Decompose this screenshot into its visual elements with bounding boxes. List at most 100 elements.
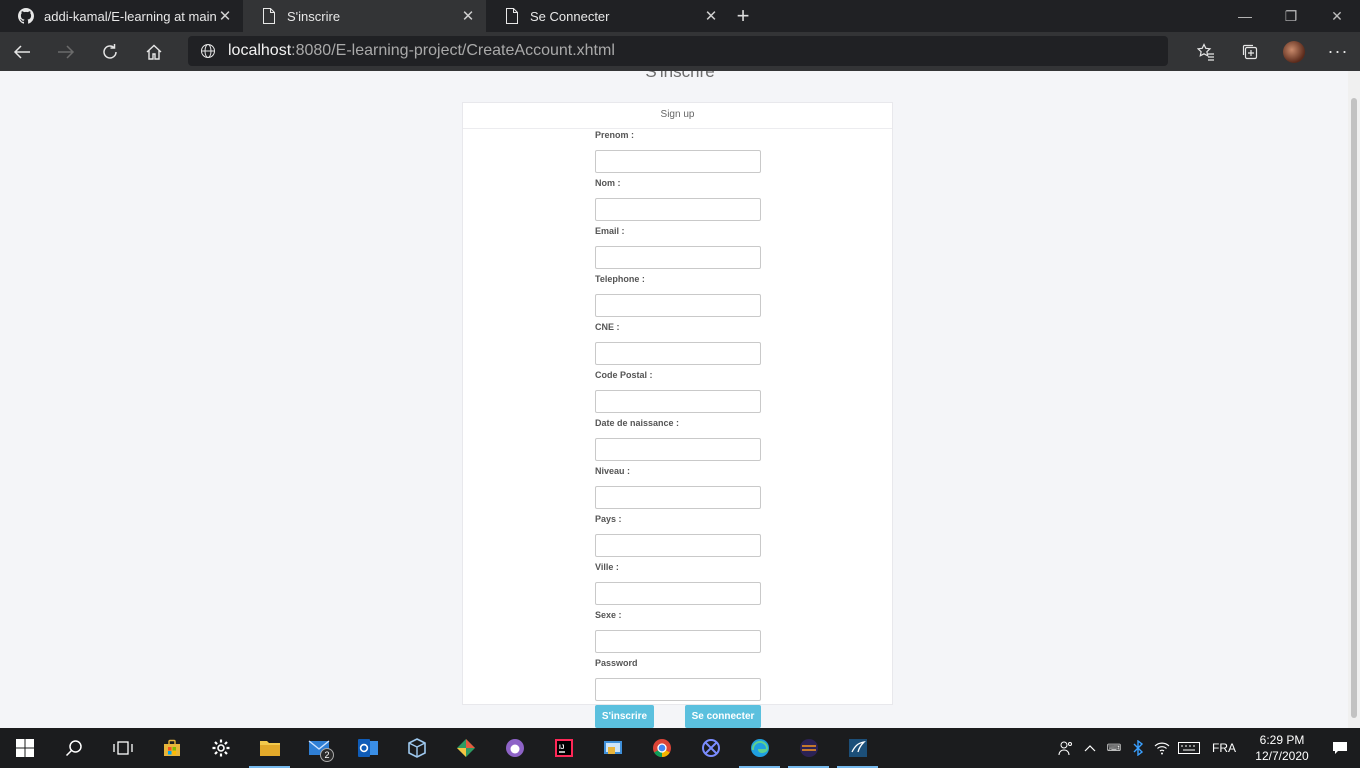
forward-arrow-icon[interactable] — [44, 32, 88, 71]
new-tab-plus-icon[interactable]: + — [729, 0, 757, 32]
notifications-icon[interactable] — [1320, 728, 1360, 768]
telephone-input[interactable] — [595, 294, 761, 317]
sexe-field: Sexe : — [595, 609, 761, 653]
field-label: Nom : — [595, 178, 621, 188]
page-title: S'inscrire — [645, 71, 715, 81]
edge-icon[interactable] — [735, 728, 784, 768]
niveau-input[interactable] — [595, 486, 761, 509]
prenom-field: Prenom : — [595, 129, 761, 173]
sexe-input[interactable] — [595, 630, 761, 653]
search-icon[interactable] — [49, 728, 98, 768]
home-icon[interactable] — [132, 32, 176, 71]
profile-avatar[interactable] — [1272, 32, 1316, 71]
mail-badge: 2 — [320, 748, 334, 762]
github-icon — [18, 8, 34, 24]
collections-icon[interactable] — [1228, 32, 1272, 71]
code-postal-field: Code Postal : — [595, 369, 761, 413]
pays-input[interactable] — [595, 534, 761, 557]
tab-bar: addi-kamal/E-learning at main ✕ S'inscri… — [0, 0, 1360, 32]
favorites-icon[interactable] — [1184, 32, 1228, 71]
git-tool-icon[interactable] — [441, 728, 490, 768]
window-close-icon[interactable]: ✕ — [1314, 0, 1360, 32]
field-label: CNE : — [595, 322, 620, 332]
tab-title: S'inscrire — [287, 8, 341, 24]
sinscrire-button[interactable]: S'inscrire — [595, 705, 654, 728]
field-label: Ville : — [595, 562, 619, 572]
minimize-icon[interactable]: — — [1222, 0, 1268, 32]
browser-actions: ··· — [1184, 32, 1360, 71]
telephone-field: Telephone : — [595, 273, 761, 317]
clock-time: 6:29 PM — [1259, 733, 1305, 747]
field-label: Email : — [595, 226, 625, 236]
github-desktop-icon[interactable] — [490, 728, 539, 768]
scrollbar-thumb[interactable] — [1351, 98, 1357, 718]
password-field: Password — [595, 657, 761, 701]
signup-card: Sign up Prenom : Nom : Email : Telephone… — [462, 102, 893, 705]
url-host: localhost — [228, 42, 292, 59]
task-view-icon[interactable] — [98, 728, 147, 768]
email-field: Email : — [595, 225, 761, 269]
field-label: Sexe : — [595, 610, 622, 620]
clock-date: 12/7/2020 — [1255, 749, 1309, 763]
outlook-icon[interactable] — [343, 728, 392, 768]
code-postal-input[interactable] — [595, 390, 761, 413]
tab-se-connecter[interactable]: Se Connecter ✕ — [486, 0, 729, 32]
people-icon[interactable] — [1054, 728, 1078, 768]
field-label: Telephone : — [595, 274, 645, 284]
back-arrow-icon[interactable] — [0, 32, 44, 71]
tray-chevron-up-icon[interactable] — [1078, 728, 1102, 768]
intellij-icon[interactable]: IJ — [539, 728, 588, 768]
card-header: Sign up — [463, 103, 892, 129]
date-naissance-field: Date de naissance : — [595, 417, 761, 461]
se-connecter-button[interactable]: Se connecter — [685, 705, 761, 728]
page-content: S'inscrire Sign up Prenom : Nom : Email … — [0, 71, 1360, 728]
control-panel-icon[interactable] — [588, 728, 637, 768]
chrome-icon[interactable] — [637, 728, 686, 768]
niveau-field: Niveau : — [595, 465, 761, 509]
windows-start-icon[interactable] — [0, 728, 49, 768]
settings-gear-icon[interactable] — [196, 728, 245, 768]
system-tray: ⌨ FRA 6:29 PM 12/7/2020 — [1054, 728, 1360, 768]
wifi-icon[interactable] — [1150, 728, 1174, 768]
globe-icon — [200, 43, 216, 59]
email-input[interactable] — [595, 246, 761, 269]
field-label: Pays : — [595, 514, 622, 524]
input-method-icon[interactable]: ⌨ — [1102, 728, 1126, 768]
password-input[interactable] — [595, 678, 761, 701]
keyboard-icon[interactable] — [1174, 728, 1204, 768]
app-icon[interactable] — [686, 728, 735, 768]
more-menu-icon[interactable]: ··· — [1316, 32, 1360, 71]
field-label: Date de naissance : — [595, 418, 680, 428]
close-icon[interactable]: ✕ — [217, 8, 233, 25]
nom-input[interactable] — [595, 198, 761, 221]
eclipse-icon[interactable] — [784, 728, 833, 768]
refresh-icon[interactable] — [88, 32, 132, 71]
navigation-bar: localhost:8080/E-learning-project/Create… — [0, 32, 1360, 71]
close-icon[interactable]: ✕ — [703, 8, 719, 25]
bluetooth-icon[interactable] — [1126, 728, 1150, 768]
virtualbox-icon[interactable] — [392, 728, 441, 768]
language-indicator[interactable]: FRA — [1204, 741, 1244, 755]
tab-sinscrire[interactable]: S'inscrire ✕ — [243, 0, 486, 32]
field-label: Password — [595, 658, 638, 668]
prenom-input[interactable] — [595, 150, 761, 173]
ville-input[interactable] — [595, 582, 761, 605]
page-icon — [504, 8, 520, 24]
tab-github[interactable]: addi-kamal/E-learning at main ✕ — [0, 0, 243, 32]
taskbar: 2 IJ ⌨ FRA 6:29 PM 12/7/2020 — [0, 728, 1360, 768]
cne-input[interactable] — [595, 342, 761, 365]
clock[interactable]: 6:29 PM 12/7/2020 — [1244, 732, 1320, 764]
store-icon[interactable] — [147, 728, 196, 768]
mail-icon[interactable]: 2 — [294, 728, 343, 768]
tab-title: Se Connecter — [530, 8, 610, 24]
tab-title: addi-kamal/E-learning at main — [44, 8, 217, 24]
page-scrollbar[interactable] — [1348, 71, 1360, 728]
date-naissance-input[interactable] — [595, 438, 761, 461]
address-bar[interactable]: localhost:8080/E-learning-project/Create… — [188, 36, 1168, 66]
mysql-workbench-icon[interactable] — [833, 728, 882, 768]
window-controls: — ❐ ✕ — [1222, 0, 1360, 32]
nom-field: Nom : — [595, 177, 761, 221]
close-icon[interactable]: ✕ — [460, 8, 476, 25]
restore-icon[interactable]: ❐ — [1268, 0, 1314, 32]
file-explorer-icon[interactable] — [245, 728, 294, 768]
